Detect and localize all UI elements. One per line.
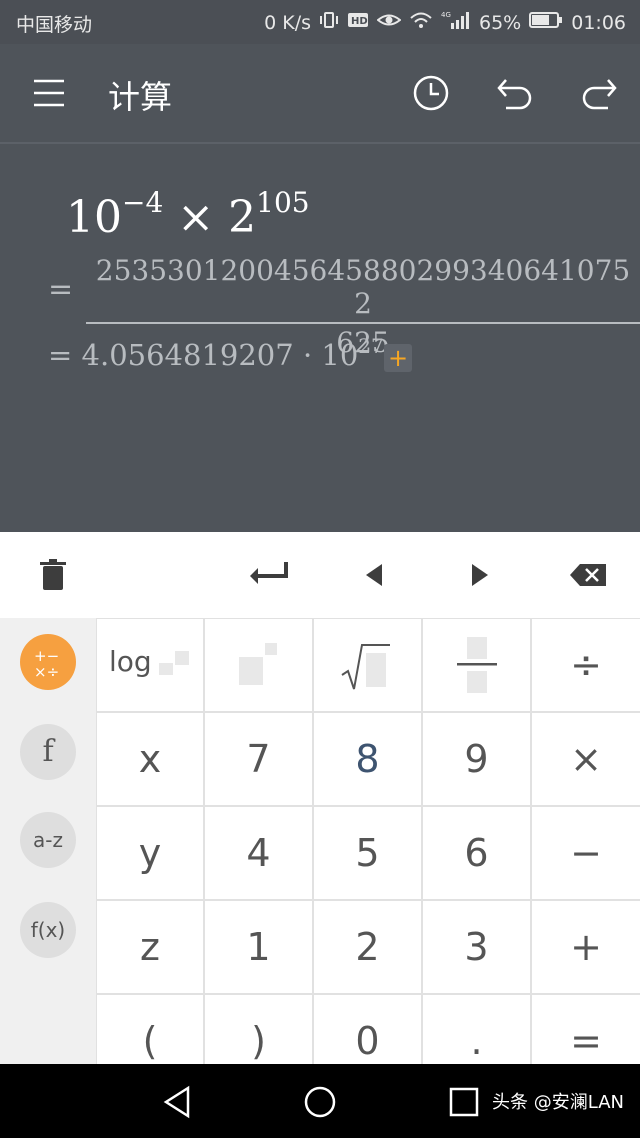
key-x[interactable]: x (97, 713, 203, 805)
battery-percent: 65% (479, 11, 522, 34)
multiply-dot: · (302, 338, 313, 372)
key-log[interactable]: log (97, 619, 203, 711)
key-divide[interactable]: ÷ (532, 619, 640, 711)
svg-text:HD: HD (351, 16, 368, 27)
battery-icon (529, 11, 563, 34)
history-icon[interactable] (410, 72, 452, 114)
base-2: 2 (228, 192, 257, 243)
mantissa: 4.0564819207 (81, 338, 294, 372)
system-nav-bar: 头条 @安澜LAN (0, 1064, 640, 1138)
functions-tab[interactable]: f (20, 724, 76, 780)
signal-4g-icon: 4G (441, 10, 471, 35)
clock: 01:06 (571, 11, 626, 34)
key-z[interactable]: z (97, 901, 203, 993)
recents-icon[interactable] (446, 1084, 482, 1124)
vibrate-icon (319, 10, 339, 35)
key-y[interactable]: y (97, 807, 203, 899)
key-7[interactable]: 7 (205, 713, 312, 805)
undo-icon[interactable] (494, 72, 536, 114)
key-sqrt[interactable] (314, 619, 421, 711)
key-5[interactable]: 5 (314, 807, 421, 899)
keypad: log ÷ x 7 8 9 × y 4 5 6 − z 1 2 3 + ( ) … (96, 618, 640, 1064)
log-label: log (109, 645, 152, 678)
custom-functions-tab[interactable]: f(x) (20, 902, 76, 958)
expression-display[interactable]: 10−4 × 2105 = 25353012004564588029934064… (0, 144, 640, 532)
basic-operators-tab[interactable]: +− ×÷ (20, 634, 76, 690)
menu-icon[interactable] (32, 78, 66, 108)
key-plus[interactable]: + (532, 901, 640, 993)
wifi-icon (409, 10, 433, 35)
enter-icon[interactable] (244, 552, 290, 598)
key-decimal-point[interactable]: . (423, 995, 530, 1064)
key-3[interactable]: 3 (423, 901, 530, 993)
letters-tab[interactable]: a-z (20, 812, 76, 868)
result-decimal: = 4.0564819207 · 1027 (48, 334, 384, 372)
eye-icon (376, 11, 402, 34)
page-title: 计算 (108, 78, 173, 116)
key-power[interactable] (205, 619, 312, 711)
equals-sign: = (48, 272, 74, 307)
key-2[interactable]: 2 (314, 901, 421, 993)
key-multiply[interactable]: × (532, 713, 640, 805)
carrier-label: 中国移动 (16, 14, 93, 36)
left-arrow-icon[interactable] (352, 552, 398, 598)
base-10: 10 (66, 192, 122, 243)
right-arrow-icon[interactable] (458, 552, 504, 598)
exponent: 27 (358, 334, 384, 358)
key-1[interactable]: 1 (205, 901, 312, 993)
key-4[interactable]: 4 (205, 807, 312, 899)
backspace-icon[interactable] (566, 552, 612, 598)
svg-text:4G: 4G (441, 11, 451, 19)
keyboard-category-column: +− ×÷ f a-z f(x) (0, 618, 96, 1064)
redo-icon[interactable] (578, 72, 620, 114)
exponent: −4 (122, 186, 164, 219)
trash-icon[interactable] (30, 552, 76, 598)
key-close-paren[interactable]: ) (205, 995, 312, 1064)
network-speed: 0 K/s (264, 11, 311, 34)
more-results-button[interactable]: + (384, 344, 412, 372)
times-operator: × (177, 192, 215, 243)
home-icon[interactable] (302, 1084, 338, 1124)
exponent: 105 (256, 186, 310, 219)
key-equals[interactable]: = (532, 995, 640, 1064)
base-10: 10 (321, 338, 359, 372)
key-6[interactable]: 6 (423, 807, 530, 899)
hd-icon: HD (347, 11, 369, 34)
edit-toolbar (0, 532, 640, 619)
back-icon[interactable] (160, 1084, 196, 1124)
key-open-paren[interactable]: ( (97, 995, 203, 1064)
watermark: 头条 @安澜LAN (492, 1092, 624, 1113)
key-0[interactable]: 0 (314, 995, 421, 1064)
svg-text:×÷: ×÷ (34, 663, 59, 681)
status-bar: 中国移动 0 K/s HD 4G 65% 01:06 (0, 0, 640, 44)
key-8[interactable]: 8 (314, 713, 421, 805)
key-9[interactable]: 9 (423, 713, 530, 805)
numerator: 253530120045645880299340641075​2 (86, 254, 640, 324)
key-fraction[interactable] (423, 619, 530, 711)
app-bar: 计算 (0, 44, 640, 144)
expression[interactable]: 10−4 × 2105 (66, 186, 310, 243)
equals-sign: = (48, 338, 73, 372)
key-minus[interactable]: − (532, 807, 640, 899)
